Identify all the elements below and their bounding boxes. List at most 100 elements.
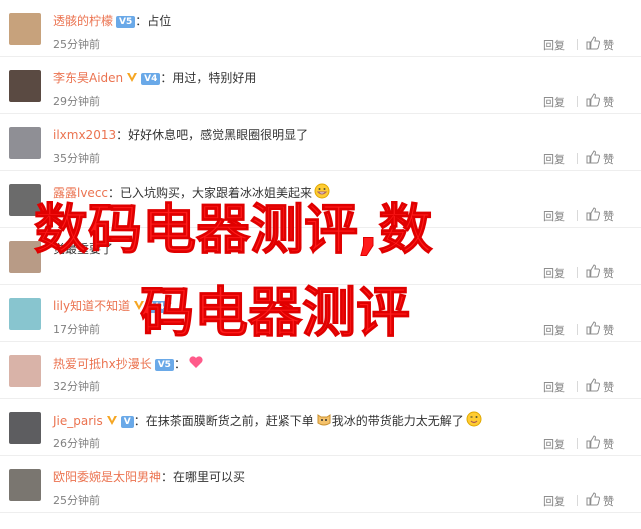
comment-row: 欧阳委婉是太阳男神：在哪里可以买 25分钟前 回复 赞: [0, 456, 641, 513]
action-divider: [577, 381, 578, 392]
comment-timestamp: 25分钟前: [53, 494, 100, 507]
comment-row: 热爱可抵hx抄漫长 V5： 32分钟前 回复 赞: [0, 342, 641, 399]
comment-row: ilxmx2013：好好休息吧，感觉黑眼圈很明显了 35分钟前 回复 赞: [0, 114, 641, 171]
comment-row: Jie_paris V ：在抹茶面膜断货之前，赶紧下单 我冰的带货能力太无解了 26分钟…: [0, 399, 641, 456]
like-button[interactable]: 赞: [585, 263, 629, 280]
colon-separator: ：: [173, 357, 186, 371]
action-divider: [577, 267, 578, 278]
reply-button[interactable]: 回复: [543, 379, 565, 395]
reply-button[interactable]: 回复: [543, 94, 565, 110]
comment-timestamp: 32分钟前: [53, 380, 100, 393]
like-button[interactable]: 赞: [585, 320, 629, 337]
action-divider: [577, 324, 578, 335]
comment-timestamp: 35分钟前: [53, 152, 100, 165]
like-label: 赞: [603, 153, 614, 166]
like-button[interactable]: 赞: [585, 206, 629, 223]
username-link[interactable]: 欧阳委婉是太阳男神: [53, 470, 161, 484]
like-button[interactable]: 赞: [585, 491, 629, 508]
reply-button[interactable]: 回复: [543, 322, 565, 338]
avatar[interactable]: [9, 127, 41, 159]
colon-separator: ：: [167, 299, 180, 313]
like-button[interactable]: 赞: [585, 434, 629, 451]
like-label: 赞: [603, 495, 614, 508]
avatar[interactable]: [9, 70, 41, 102]
comment-timestamp: 26分钟前: [53, 437, 100, 450]
username-link[interactable]: 透骸的柠檬: [53, 14, 113, 28]
comment-line: 觉最重要了: [53, 240, 541, 258]
username-link[interactable]: 李东昊Aiden: [53, 71, 123, 85]
level-badge: V5: [116, 15, 136, 28]
colon-separator: ：: [116, 128, 129, 142]
action-divider: [577, 210, 578, 221]
comment-text: 好好休息吧，感觉黑眼圈很明显了: [128, 128, 309, 142]
comment-row: 李东昊Aiden V4 ：用过，特别好用 29分钟前 回复 赞: [0, 57, 641, 114]
reply-button[interactable]: 回复: [543, 265, 565, 281]
comment-row: 露露lvecc：已入坑购买，大家跟着冰冰姐美起来 回复 赞: [0, 171, 641, 228]
like-label: 赞: [603, 438, 614, 451]
action-divider: [577, 438, 578, 449]
avatar[interactable]: [9, 355, 41, 387]
avatar[interactable]: [9, 13, 41, 45]
action-divider: [577, 495, 578, 506]
username-link[interactable]: 热爱可抵hx抄漫长: [53, 357, 152, 371]
like-label: 赞: [603, 324, 614, 337]
avatar[interactable]: [9, 298, 41, 330]
like-button[interactable]: 赞: [585, 35, 629, 52]
wink-emoji-icon: [466, 411, 482, 432]
username-link[interactable]: 露露lvecc: [53, 186, 108, 200]
like-button[interactable]: 赞: [585, 377, 629, 394]
avatar[interactable]: [9, 469, 41, 501]
like-label: 赞: [603, 210, 614, 223]
action-divider: [577, 96, 578, 107]
reply-button[interactable]: 回复: [543, 208, 565, 224]
comment-text: 在哪里可以买: [173, 470, 246, 484]
avatar[interactable]: [9, 241, 41, 273]
comment-row: 透骸的柠檬 V5 ：占位 25分钟前 回复 赞: [0, 0, 641, 57]
vip-v-icon: [106, 413, 118, 431]
comment-line: 热爱可抵hx抄漫长 V5：: [53, 354, 541, 375]
comment-line: 李东昊Aiden V4 ：用过，特别好用: [53, 69, 541, 88]
colon-separator: ：: [108, 186, 121, 200]
comment-line: lily知道不知道 V4：: [53, 297, 541, 316]
comment-timestamp: 17分钟前: [53, 323, 100, 336]
heart-emoji-icon: [188, 354, 204, 375]
like-label: 赞: [603, 267, 614, 280]
comment-line: 欧阳委婉是太阳男神：在哪里可以买: [53, 468, 541, 486]
username-link[interactable]: lily知道不知道: [53, 299, 130, 313]
level-badge: V5: [154, 358, 174, 371]
comment-timestamp: 25分钟前: [53, 38, 100, 51]
comment-row: 觉最重要了 回复 赞: [0, 228, 641, 285]
reply-button[interactable]: 回复: [543, 436, 565, 452]
grin-emoji-icon: [314, 183, 330, 204]
colon-separator: ：: [135, 14, 148, 28]
comment-list: 透骸的柠檬 V5 ：占位 25分钟前 回复赞李东昊Aiden V4 ：用过，特别好用 29分钟…: [0, 0, 641, 513]
comment-line: Jie_paris V ：在抹茶面膜断货之前，赶紧下单 我冰的带货能力太无解了: [53, 411, 541, 432]
like-button[interactable]: 赞: [585, 149, 629, 166]
reply-button[interactable]: 回复: [543, 151, 565, 167]
vip-v-icon: [133, 298, 145, 316]
comment-text: 占位: [147, 14, 172, 28]
comment-line: 透骸的柠檬 V5 ：占位: [53, 12, 541, 30]
comment-text-continued: 我冰的带货能力太无解了: [331, 414, 464, 428]
reply-button[interactable]: 回复: [543, 37, 565, 53]
comment-line: ilxmx2013：好好休息吧，感觉黑眼圈很明显了: [53, 126, 541, 144]
avatar[interactable]: [9, 184, 41, 216]
cat-emoji-icon: [316, 411, 332, 432]
vip-v-icon: [126, 70, 138, 88]
comment-text: 用过，特别好用: [172, 71, 257, 85]
level-badge: V4: [141, 72, 161, 85]
level-badge: V4: [148, 300, 168, 313]
username-link[interactable]: Jie_paris: [53, 414, 103, 428]
reply-button[interactable]: 回复: [543, 493, 565, 509]
comment-row: lily知道不知道 V4： 17分钟前 回复 赞: [0, 285, 641, 342]
like-button[interactable]: 赞: [585, 92, 629, 109]
avatar[interactable]: [9, 412, 41, 444]
like-label: 赞: [603, 39, 614, 52]
comment-line: 露露lvecc：已入坑购买，大家跟着冰冰姐美起来: [53, 183, 541, 204]
like-label: 赞: [603, 381, 614, 394]
colon-separator: ：: [161, 470, 174, 484]
colon-separator: ：: [160, 71, 173, 85]
action-divider: [577, 153, 578, 164]
level-badge: V: [120, 415, 134, 428]
username-link[interactable]: ilxmx2013: [53, 128, 116, 142]
